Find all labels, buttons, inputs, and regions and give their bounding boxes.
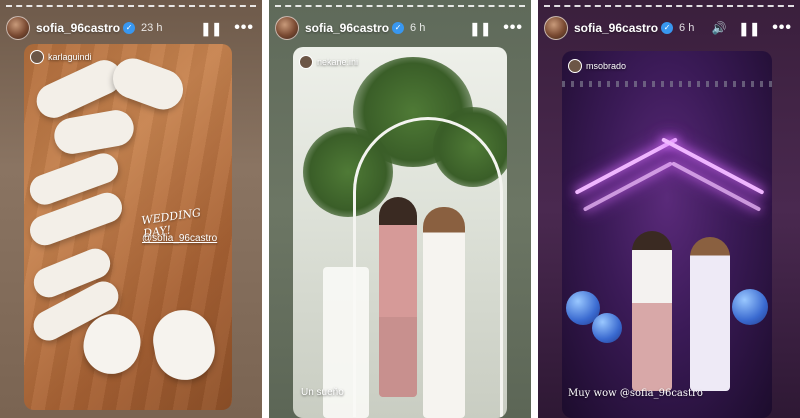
story-media: msobrado Muy wow @sofia_96castro [562, 51, 772, 418]
story-progress-bar [275, 5, 525, 7]
timestamp: 23 h [141, 22, 163, 34]
balloon [732, 289, 768, 325]
story-progress-bar [6, 5, 256, 7]
pause-icon[interactable]: ❚❚ [200, 22, 222, 35]
story-header: sofia_96castro ✓ 6 h 🔊 ❚❚ ••• [544, 14, 792, 42]
shoe-image [51, 107, 137, 157]
avatar[interactable] [275, 16, 299, 40]
more-icon[interactable]: ••• [503, 20, 523, 36]
username[interactable]: sofia_96castro [574, 21, 658, 35]
story-media: karlaguindi WEDDING DAY! @sofia_96castro [24, 44, 232, 410]
reshare-mention[interactable]: nekane.ini [299, 55, 358, 69]
volume-icon[interactable]: 🔊 [711, 22, 726, 34]
mention-username: karlaguindi [48, 52, 92, 62]
story-media: nekane.ini Un sueño [293, 47, 507, 418]
stage-truss [562, 81, 772, 87]
more-icon[interactable]: ••• [772, 20, 792, 36]
mention-username: msobrado [586, 61, 627, 71]
groom-figure [379, 197, 417, 397]
pause-icon[interactable]: ❚❚ [738, 22, 760, 35]
username[interactable]: sofia_96castro [36, 21, 120, 35]
reshare-mention[interactable]: karlaguindi [30, 50, 92, 64]
story-header: sofia_96castro ✓ 23 h ❚❚ ••• [6, 14, 254, 42]
story-header: sofia_96castro ✓ 6 h ❚❚ ••• [275, 14, 523, 42]
reshare-mention[interactable]: msobrado [568, 59, 626, 73]
shoe-image [148, 305, 220, 385]
bride-figure [690, 237, 730, 391]
mention-avatar [30, 50, 44, 64]
more-icon[interactable]: ••• [234, 20, 254, 36]
shoe-image [107, 52, 189, 116]
mention-username: nekane.ini [317, 57, 359, 67]
verified-badge-icon: ✓ [123, 22, 136, 34]
story-caption: Muy wow @sofia_96castro [568, 388, 703, 399]
mention-avatar [568, 59, 582, 73]
story-panel-2[interactable]: sofia_96castro ✓ 6 h ❚❚ ••• nekane.ini U… [269, 0, 531, 418]
story-panel-3[interactable]: sofia_96castro ✓ 6 h 🔊 ❚❚ ••• msobrado M… [538, 0, 800, 418]
story-caption: Un sueño [301, 387, 344, 398]
mention-avatar [299, 55, 313, 69]
groom-figure [632, 231, 672, 391]
neon-light [582, 161, 673, 212]
timestamp: 6 h [679, 22, 695, 34]
pause-icon[interactable]: ❚❚ [469, 22, 491, 35]
story-progress-bar [544, 5, 794, 7]
username[interactable]: sofia_96castro [305, 21, 389, 35]
story-panel-1[interactable]: sofia_96castro ✓ 23 h ❚❚ ••• karlaguindi… [0, 0, 262, 418]
verified-badge-icon: ✓ [661, 22, 674, 34]
avatar[interactable] [544, 16, 568, 40]
bride-figure [423, 207, 465, 418]
mention-tag[interactable]: @sofia_96castro [142, 233, 217, 244]
avatar[interactable] [6, 16, 30, 40]
verified-badge-icon: ✓ [392, 22, 405, 34]
timestamp: 6 h [410, 22, 426, 34]
balloon [592, 313, 622, 343]
